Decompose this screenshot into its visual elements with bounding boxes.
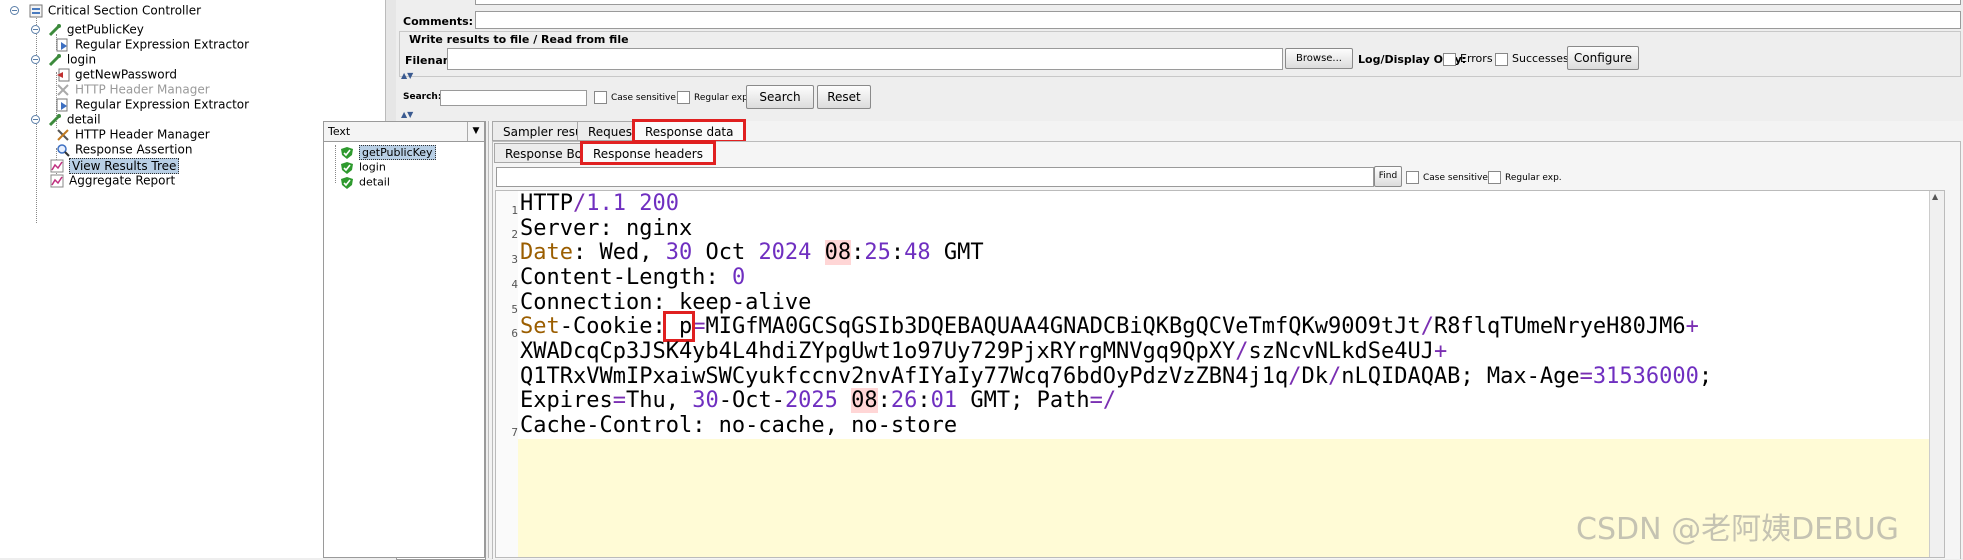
splitter-arrows-icon[interactable]: ▲▼ — [401, 71, 413, 80]
token: : no-cache, no-store — [692, 413, 958, 438]
header-line-cache-control: Cache-Control: no-cache, no-store — [520, 410, 957, 441]
collapse-icon[interactable] — [31, 115, 40, 124]
tree-item-aggregate-report[interactable]: Aggregate Report — [50, 171, 175, 189]
comments-input[interactable] — [475, 11, 1961, 29]
token: Dk — [1301, 364, 1328, 389]
tree-item-label: Regular Expression Extractor — [75, 37, 250, 52]
result-item-detail[interactable]: detail — [340, 173, 390, 191]
checkbox-box[interactable] — [677, 91, 690, 104]
tree-item-label: Critical Section Controller — [47, 3, 202, 18]
tree-connector — [335, 145, 336, 183]
successes-checkbox[interactable]: Successes — [1495, 52, 1569, 66]
token: ; — [1698, 364, 1713, 389]
regular-exp-label: Regular exp. — [694, 93, 751, 103]
token: R8flqTUmeNryeH80JM6 — [1433, 314, 1686, 339]
find-input[interactable] — [496, 167, 1374, 187]
line-number: 6 — [511, 327, 518, 340]
tree-item-label: Response Assertion — [75, 142, 193, 157]
token: nLQIDAQAB; Max-Age — [1341, 364, 1580, 389]
checkbox-box[interactable] — [1488, 171, 1501, 184]
line-number: 3 — [511, 253, 518, 266]
tree-item-critical-section-controller[interactable]: Critical Section Controller — [10, 1, 201, 19]
vertical-scrollbar[interactable]: ▲ — [1929, 191, 1944, 557]
token: GMT — [930, 240, 984, 265]
token: GMT; Path — [957, 388, 1090, 413]
collapse-icon[interactable] — [31, 25, 40, 34]
checkbox-box[interactable] — [594, 91, 607, 104]
token: : — [851, 240, 865, 265]
regular-exp-label: Regular exp. — [1505, 173, 1562, 183]
case-sensitive-label: Case sensitive — [1423, 173, 1488, 183]
controller-icon — [29, 4, 43, 17]
checkbox-box[interactable] — [1495, 52, 1508, 66]
token: 08 — [824, 240, 852, 265]
comments-label: Comments: — [403, 15, 474, 28]
token: = — [1089, 388, 1103, 413]
token: + — [1685, 314, 1699, 339]
line-number-gutter — [496, 191, 518, 557]
response-headers-view[interactable]: 1 2 3 4 5 6 7 HTTP/1.1 200 Server: nginx… — [495, 190, 1945, 558]
browse-button[interactable]: Browse... — [1285, 48, 1353, 69]
find-regular-exp-checkbox[interactable]: Regular exp. — [1488, 171, 1562, 184]
filename-input[interactable] — [447, 48, 1283, 70]
errors-label: Errors — [1460, 52, 1493, 65]
search-label: Search: — [403, 92, 442, 102]
collapse-icon[interactable] — [10, 6, 19, 15]
search-regular-exp-checkbox[interactable]: Regular exp. — [677, 91, 751, 104]
line-number: 2 — [511, 228, 518, 241]
collapse-icon[interactable] — [31, 55, 40, 64]
token: 2024 — [758, 240, 812, 265]
magnifier-icon — [57, 143, 70, 157]
line-number: 1 — [511, 204, 518, 217]
tree-item-label: Regular Expression Extractor — [75, 97, 250, 112]
token: : — [890, 240, 905, 265]
dropdown-arrow-icon[interactable]: ▼ — [467, 122, 484, 141]
token: / — [1102, 388, 1117, 413]
configure-button[interactable]: Configure — [1567, 46, 1639, 70]
tab-response-data[interactable]: Response data — [631, 119, 747, 143]
name-field[interactable] — [475, 0, 1961, 5]
line-number: 5 — [511, 303, 518, 316]
scroll-up-icon[interactable]: ▲ — [1932, 192, 1938, 201]
file-section-title: Write results to file / Read from file — [409, 33, 629, 46]
token: / — [1327, 364, 1342, 389]
search-input[interactable] — [440, 90, 587, 106]
token: = — [1579, 364, 1593, 389]
splitter-arrows-icon[interactable]: ▲▼ — [401, 110, 413, 119]
successes-label: Successes — [1512, 52, 1569, 65]
token: 25 — [864, 240, 891, 265]
find-case-sensitive-checkbox[interactable]: Case sensitive — [1406, 171, 1488, 184]
token: 31536000 — [1592, 364, 1699, 389]
search-button[interactable]: Search — [746, 85, 814, 109]
search-case-sensitive-checkbox[interactable]: Case sensitive — [594, 91, 676, 104]
graph-listener-icon — [50, 174, 64, 187]
checkbox-box[interactable] — [1443, 52, 1456, 66]
line-number: 7 — [511, 426, 518, 439]
success-shield-icon — [341, 176, 353, 189]
find-button[interactable]: Find — [1374, 166, 1402, 187]
renderer-selected-label: Text — [328, 125, 351, 138]
result-item-label: login — [359, 160, 386, 174]
tree-item-label: Aggregate Report — [69, 173, 176, 188]
renderer-select[interactable]: Text ▼ — [323, 121, 485, 142]
reset-button[interactable]: Reset — [817, 85, 871, 109]
line-number: 4 — [511, 278, 518, 291]
case-sensitive-label: Case sensitive — [611, 93, 676, 103]
subtab-response-headers[interactable]: Response headers — [580, 141, 716, 165]
watermark: CSDN @老阿姨DEBUG — [1576, 512, 1899, 547]
errors-checkbox[interactable]: Errors — [1443, 52, 1493, 66]
token: Cache-Control — [520, 413, 693, 438]
token: 48 — [904, 240, 931, 265]
result-item-label: detail — [359, 175, 390, 189]
token: / — [1288, 364, 1302, 389]
checkbox-box[interactable] — [1406, 171, 1419, 184]
